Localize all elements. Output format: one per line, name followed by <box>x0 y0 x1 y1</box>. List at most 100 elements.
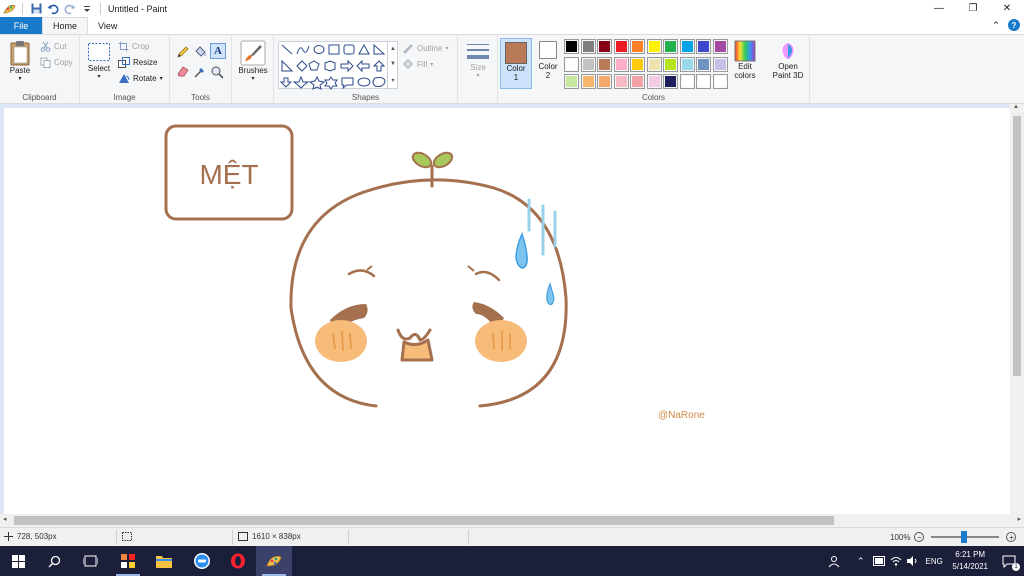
palette-swatch[interactable] <box>630 39 645 54</box>
edit-colors-button[interactable]: Edit colors <box>728 40 762 80</box>
paint-app-icon[interactable] <box>2 2 16 16</box>
battery-icon[interactable] <box>872 556 886 566</box>
minimize-button[interactable]: — <box>922 0 956 17</box>
wifi-icon[interactable] <box>890 555 902 567</box>
select-button[interactable]: Select ▾ <box>85 42 113 80</box>
open-paint3d-button[interactable]: Open Paint 3D <box>768 40 808 80</box>
palette-swatch[interactable] <box>597 39 612 54</box>
pencil-tool[interactable] <box>176 45 190 59</box>
rainbow-palette-icon <box>734 40 756 62</box>
palette-swatch[interactable] <box>646 74 662 89</box>
horizontal-scrollbar[interactable]: ◂ ▸ <box>0 514 1024 527</box>
cut-button[interactable]: Cut <box>40 41 66 52</box>
line-size-icon <box>467 44 489 59</box>
palette-swatch[interactable] <box>679 74 695 89</box>
redo-icon[interactable] <box>63 2 77 16</box>
taskbar-app-store[interactable] <box>110 546 146 576</box>
palette-swatch[interactable] <box>663 74 678 89</box>
input-language[interactable]: ENG <box>926 557 943 566</box>
shapes-gallery[interactable] <box>278 41 398 90</box>
outline-button[interactable]: Outline ▾ <box>402 42 448 54</box>
people-icon[interactable] <box>828 555 841 568</box>
palette-swatch[interactable] <box>646 56 662 72</box>
palette-swatch[interactable] <box>630 56 645 72</box>
palette-swatch[interactable] <box>712 39 728 54</box>
rotate-button[interactable]: Rotate ▾ <box>118 73 163 84</box>
shapes-scroll[interactable]: ▲ ▼ ▾ <box>387 41 398 89</box>
taskbar-zalo[interactable] <box>184 546 220 576</box>
eraser-tool[interactable] <box>176 65 190 77</box>
task-view-button[interactable] <box>72 546 108 576</box>
fill-tool[interactable] <box>193 45 207 59</box>
taskbar-paint[interactable] <box>256 546 292 576</box>
vertical-scrollbar[interactable]: ▲ <box>1010 104 1024 514</box>
taskbar-clock[interactable]: 6:21 PM 5/14/2021 <box>952 549 988 573</box>
color2-button[interactable]: Color 2 <box>534 41 562 80</box>
volume-icon[interactable] <box>906 555 918 567</box>
color1-button[interactable]: Color 1 <box>500 38 532 89</box>
palette-swatch[interactable] <box>696 39 711 54</box>
save-icon[interactable] <box>29 2 43 16</box>
palette-swatch[interactable] <box>679 56 695 72</box>
outline-icon <box>403 44 413 54</box>
palette-swatch[interactable] <box>712 74 728 89</box>
tab-view[interactable]: View <box>88 17 127 34</box>
palette-swatch[interactable] <box>663 39 678 54</box>
palette-swatch[interactable] <box>696 56 711 72</box>
zoom-in-icon[interactable]: + <box>1006 532 1017 542</box>
size-button[interactable]: Size ▾ <box>463 41 493 79</box>
zoom-slider[interactable] <box>931 531 1000 543</box>
palette-swatch[interactable] <box>564 74 579 89</box>
copy-button[interactable]: Copy <box>40 57 73 68</box>
paste-button[interactable]: Paste ▾ <box>6 40 34 82</box>
taskbar-file-explorer[interactable] <box>146 546 182 576</box>
palette-swatch[interactable] <box>613 56 629 72</box>
horizontal-scroll-thumb[interactable] <box>14 516 834 525</box>
text-tool[interactable]: A <box>210 43 226 59</box>
zoom-slider-thumb[interactable] <box>961 531 968 543</box>
search-button[interactable] <box>36 546 72 576</box>
palette-swatch[interactable] <box>580 74 596 89</box>
tab-file[interactable]: File <box>0 17 42 34</box>
palette-swatch[interactable] <box>679 39 695 54</box>
scroll-up-icon: ▲ <box>1013 104 1019 110</box>
drawing-canvas[interactable]: MỆT @NaRone <box>4 108 1010 514</box>
palette-swatch[interactable] <box>613 39 629 54</box>
magnifier-tool[interactable] <box>210 65 224 79</box>
customize-toolbar-icon[interactable] <box>80 2 94 16</box>
palette-swatch[interactable] <box>564 56 579 72</box>
taskbar: ⌃ ENG 6:21 PM 5/14/2021 1 <box>0 546 1024 576</box>
palette-swatch[interactable] <box>712 56 728 72</box>
palette-swatch[interactable] <box>580 39 596 54</box>
crop-button[interactable]: Crop <box>118 41 149 52</box>
palette-swatch[interactable] <box>613 74 629 89</box>
help-icon[interactable]: ? <box>1008 19 1020 31</box>
resize-button[interactable]: Resize <box>118 57 157 68</box>
palette-swatch[interactable] <box>597 56 612 72</box>
taskbar-opera[interactable] <box>220 546 256 576</box>
palette-swatch[interactable] <box>630 74 645 89</box>
fill-button[interactable]: Fill ▾ <box>402 58 433 70</box>
sweat-lines <box>527 198 557 256</box>
vertical-scroll-thumb[interactable] <box>1013 116 1021 376</box>
brushes-button[interactable]: Brushes ▾ <box>236 40 270 82</box>
palette-swatch[interactable] <box>597 74 612 89</box>
palette-swatch[interactable] <box>696 74 711 89</box>
ribbon-collapse-icon[interactable]: ⌃ <box>990 19 1002 31</box>
image-group-label: Image <box>113 93 136 102</box>
undo-icon[interactable] <box>46 2 60 16</box>
close-button[interactable]: ✕ <box>990 0 1024 17</box>
sweat-drop-large <box>515 231 528 269</box>
palette-swatch[interactable] <box>564 39 579 54</box>
maximize-button[interactable]: ❐ <box>956 0 990 17</box>
palette-swatch[interactable] <box>646 39 662 54</box>
zoom-out-icon[interactable]: − <box>914 532 925 542</box>
folder-icon <box>156 556 172 568</box>
show-hidden-icons[interactable]: ⌃ <box>857 556 865 567</box>
color-picker-tool[interactable] <box>193 65 207 79</box>
tab-home[interactable]: Home <box>42 17 89 34</box>
notification-center-button[interactable]: 1 <box>994 546 1024 576</box>
start-button[interactable] <box>0 546 36 576</box>
palette-swatch[interactable] <box>580 56 596 72</box>
palette-swatch[interactable] <box>663 56 678 72</box>
